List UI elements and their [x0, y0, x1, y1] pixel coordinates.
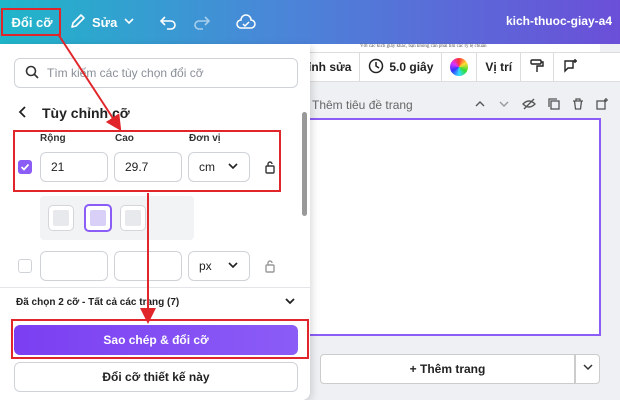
chevron-down-icon	[123, 15, 135, 30]
width-input-2[interactable]	[40, 251, 108, 281]
design-page[interactable]	[300, 118, 601, 336]
orientation-option-1[interactable]	[48, 205, 74, 231]
undo-icon[interactable]	[156, 10, 180, 34]
color-button[interactable]	[441, 53, 476, 81]
selected-sizes-summary[interactable]: Đã chọn 2 cỡ - Tất cả các trang (7)	[0, 287, 310, 317]
annotation-box-resize	[1, 8, 61, 36]
chevron-up-icon[interactable]	[474, 98, 486, 113]
resize-this-design-button[interactable]: Đổi cỡ thiết kế này	[14, 362, 298, 392]
unit-value-2: px	[199, 259, 212, 273]
page-header: Thêm tiêu đề trang	[300, 92, 620, 118]
section-title: Tùy chỉnh cỡ	[42, 105, 130, 121]
top-bar: Đổi cỡ Sửa kich-thuoc-giay-a4	[0, 0, 620, 44]
resize-this-design-label: Đổi cỡ thiết kế này	[102, 370, 210, 384]
add-comment-button[interactable]	[553, 53, 586, 81]
edit-menu-label: Sửa	[92, 14, 118, 30]
add-page-dropdown[interactable]	[575, 354, 600, 384]
position-button[interactable]: Vị trí	[476, 53, 520, 81]
position-label: Vị trí	[485, 60, 513, 74]
chevron-down-icon	[227, 259, 239, 274]
pencil-icon	[70, 13, 86, 32]
duplicate-page-icon[interactable]	[548, 97, 560, 113]
search-placeholder: Tìm kiếm các tùy chọn đổi cỡ	[47, 66, 204, 80]
edit-menu-button[interactable]: Sửa	[70, 8, 135, 36]
chevron-down-icon	[582, 360, 594, 378]
paint-roller-button[interactable]	[520, 53, 553, 81]
height-input-2[interactable]	[114, 251, 182, 281]
add-page-icon[interactable]	[596, 97, 608, 113]
back-arrow-icon[interactable]	[18, 105, 28, 121]
chevron-down-icon[interactable]	[498, 98, 510, 113]
search-input[interactable]: Tìm kiếm các tùy chọn đổi cỡ	[14, 58, 298, 88]
hide-page-icon[interactable]	[522, 98, 536, 113]
orientation-option-3[interactable]	[120, 205, 146, 231]
annotation-box-copy-resize	[11, 319, 309, 359]
orientation-options	[40, 196, 194, 240]
cloud-check-icon[interactable]	[234, 10, 258, 34]
panel-scrollbar[interactable]	[302, 112, 307, 216]
clock-icon	[368, 58, 384, 77]
lock-icon[interactable]	[264, 259, 278, 273]
orientation-option-2[interactable]	[84, 204, 112, 232]
duration-button[interactable]: 5.0 giây	[359, 53, 441, 81]
comment-add-icon	[562, 58, 578, 77]
chevron-down-icon	[284, 295, 296, 310]
annotation-box-custom-size	[13, 130, 281, 192]
document-preview-text: Với các kích giấy khác, bạn không cần ph…	[360, 44, 487, 49]
search-icon	[25, 65, 39, 82]
redo-icon[interactable]	[190, 10, 214, 34]
color-wheel-icon	[450, 58, 469, 76]
unit-select-2[interactable]: px	[188, 251, 250, 281]
document-title[interactable]: kich-thuoc-giay-a4	[506, 14, 612, 28]
selected-sizes-label: Đã chọn 2 cỡ - Tất cả các trang (7)	[16, 297, 180, 308]
add-page-button[interactable]: + Thêm trang	[320, 354, 575, 384]
custom-size-header: Tùy chỉnh cỡ	[18, 102, 130, 124]
edit-image-label: ỉnh sửa	[308, 60, 352, 74]
delete-page-icon[interactable]	[572, 97, 584, 113]
duration-label: 5.0 giây	[389, 60, 434, 74]
size-row-2-checkbox[interactable]	[18, 259, 32, 273]
page-title-input[interactable]: Thêm tiêu đề trang	[312, 98, 474, 112]
add-page-label: + Thêm trang	[409, 362, 486, 376]
context-toolbar: ỉnh sửa 5.0 giây Vị trí	[300, 52, 620, 82]
paint-roller-icon	[529, 58, 545, 77]
